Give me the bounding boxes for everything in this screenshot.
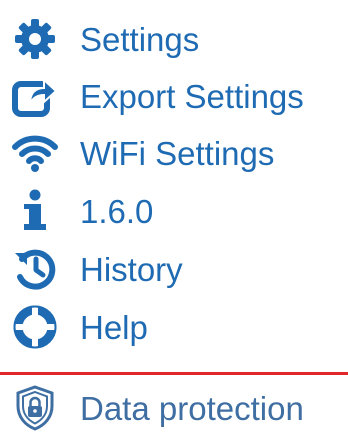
menu-item-history[interactable]: History xyxy=(0,244,348,294)
side-menu: Settings Export Settings WiFi Settings 1… xyxy=(0,0,348,440)
menu-item-label: Export Settings xyxy=(80,77,304,115)
lifebuoy-icon xyxy=(10,302,60,352)
section-divider xyxy=(0,372,348,375)
menu-item-wifi-settings[interactable]: WiFi Settings xyxy=(0,128,348,178)
menu-item-export-settings[interactable]: Export Settings xyxy=(0,71,348,121)
menu-item-label: WiFi Settings xyxy=(80,134,275,172)
menu-item-label: Data protection xyxy=(80,389,304,427)
menu-item-label: Help xyxy=(80,308,148,346)
history-icon xyxy=(10,244,60,294)
menu-item-version: 1.6.0 xyxy=(0,186,348,236)
gear-icon xyxy=(10,14,60,64)
menu-item-label: Settings xyxy=(80,20,200,58)
menu-item-help[interactable]: Help xyxy=(0,302,348,352)
info-icon xyxy=(10,186,60,236)
menu-item-settings[interactable]: Settings xyxy=(0,14,348,64)
version-text: 1.6.0 xyxy=(80,192,154,230)
menu-item-label: History xyxy=(80,250,183,288)
wifi-icon xyxy=(10,128,60,178)
share-arrow-icon xyxy=(10,71,60,121)
shield-lock-icon xyxy=(10,383,60,433)
menu-item-data-protection[interactable]: Data protection xyxy=(0,383,348,433)
